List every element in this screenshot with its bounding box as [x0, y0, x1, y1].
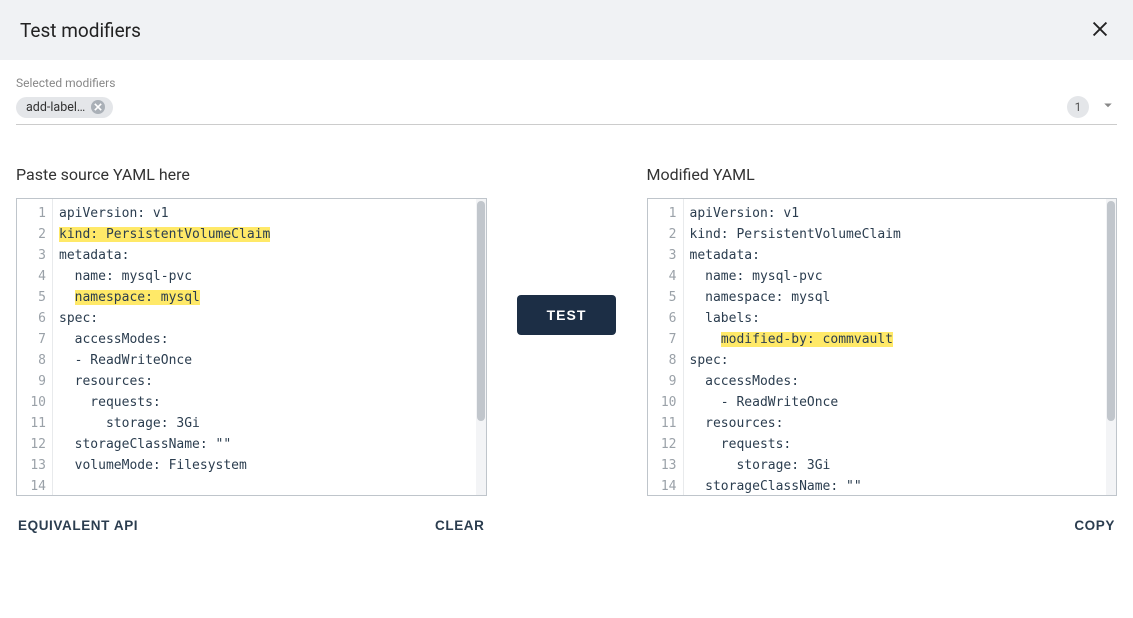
- code-line: resources:: [690, 413, 1101, 434]
- chip-remove-icon: [94, 103, 102, 111]
- dialog-content: Selected modifiers add-label… 1 Past: [0, 60, 1133, 557]
- chip-label: add-label…: [26, 100, 85, 115]
- code-line: - ReadWriteOnce: [59, 350, 470, 371]
- code-line: storage: 3Gi: [690, 455, 1101, 476]
- code-line: metadata:: [690, 245, 1101, 266]
- code-line: metadata:: [59, 245, 470, 266]
- code-line: storageClassName: "": [59, 434, 470, 455]
- modified-footer: COPY: [647, 514, 1118, 537]
- modifier-chip[interactable]: add-label…: [16, 97, 113, 118]
- code-line: name: mysql-pvc: [690, 266, 1101, 287]
- modified-scrollbar-thumb[interactable]: [1107, 201, 1115, 421]
- code-line: name: mysql-pvc: [59, 266, 470, 287]
- chip-list: add-label…: [16, 97, 1067, 118]
- code-line: accessModes:: [59, 329, 470, 350]
- code-line: labels:: [690, 308, 1101, 329]
- modified-gutter: 1234567891011121314: [648, 199, 684, 495]
- selected-modifiers-label: Selected modifiers: [16, 76, 1117, 90]
- code-line: requests:: [690, 434, 1101, 455]
- modified-yaml-pane: Modified YAML 1234567891011121314 apiVer…: [647, 165, 1118, 537]
- code-line: [59, 476, 470, 495]
- source-scrollbar-thumb[interactable]: [477, 201, 485, 421]
- code-line: spec:: [59, 308, 470, 329]
- code-line: accessModes:: [690, 371, 1101, 392]
- selected-modifiers-field[interactable]: add-label… 1: [16, 96, 1117, 125]
- source-yaml-pane: Paste source YAML here 12345678910111213…: [16, 165, 487, 537]
- code-line: kind: PersistentVolumeClaim: [690, 224, 1101, 245]
- code-line: kind: PersistentVolumeClaim: [59, 224, 470, 245]
- code-line: - ReadWriteOnce: [690, 392, 1101, 413]
- code-line: modified-by: commvault: [690, 329, 1101, 350]
- code-line: namespace: mysql: [59, 287, 470, 308]
- code-line: spec:: [690, 350, 1101, 371]
- dialog-header: Test modifiers: [0, 0, 1133, 60]
- code-line: namespace: mysql: [690, 287, 1101, 308]
- test-button[interactable]: TEST: [517, 295, 617, 335]
- middle-column: TEST: [507, 165, 627, 335]
- modifiers-count-badge: 1: [1067, 96, 1089, 118]
- source-code[interactable]: apiVersion: v1kind: PersistentVolumeClai…: [53, 199, 476, 495]
- code-line: apiVersion: v1: [690, 203, 1101, 224]
- source-scrollbar[interactable]: [476, 199, 486, 495]
- modifiers-dropdown-toggle[interactable]: [1099, 96, 1117, 118]
- code-line: storageClassName: "": [690, 476, 1101, 495]
- source-yaml-editor[interactable]: 1234567891011121314 apiVersion: v1kind: …: [16, 198, 487, 496]
- equivalent-api-button[interactable]: EQUIVALENT API: [16, 514, 140, 537]
- close-icon: [1089, 18, 1111, 40]
- chevron-down-icon: [1099, 96, 1117, 114]
- code-line: volumeMode: Filesystem: [59, 455, 470, 476]
- clear-button[interactable]: CLEAR: [433, 514, 487, 537]
- source-yaml-title: Paste source YAML here: [16, 165, 487, 184]
- source-footer: EQUIVALENT API CLEAR: [16, 514, 487, 537]
- chip-remove-button[interactable]: [91, 100, 105, 114]
- modifiers-right: 1: [1067, 96, 1117, 118]
- modified-yaml-editor: 1234567891011121314 apiVersion: v1kind: …: [647, 198, 1118, 496]
- code-line: requests:: [59, 392, 470, 413]
- modified-scrollbar[interactable]: [1106, 199, 1116, 495]
- yaml-panes: Paste source YAML here 12345678910111213…: [16, 165, 1117, 537]
- code-line: storage: 3Gi: [59, 413, 470, 434]
- modified-yaml-title: Modified YAML: [647, 165, 1118, 184]
- copy-button[interactable]: COPY: [1072, 514, 1117, 537]
- code-line: apiVersion: v1: [59, 203, 470, 224]
- dialog-title: Test modifiers: [20, 19, 141, 42]
- modified-code: apiVersion: v1kind: PersistentVolumeClai…: [684, 199, 1107, 495]
- source-gutter: 1234567891011121314: [17, 199, 53, 495]
- code-line: resources:: [59, 371, 470, 392]
- close-button[interactable]: [1089, 18, 1113, 42]
